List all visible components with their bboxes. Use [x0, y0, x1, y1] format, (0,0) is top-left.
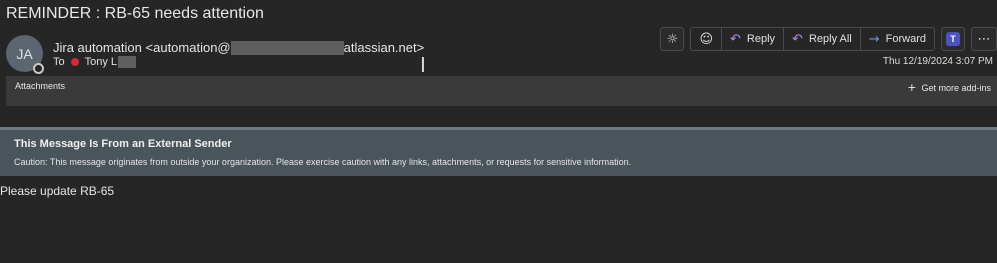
external-sender-banner: This Message Is From an External Sender …	[0, 127, 997, 176]
reply-all-label: Reply All	[808, 33, 852, 45]
sun-icon: ☼	[666, 31, 679, 47]
redacted-block	[118, 56, 137, 68]
external-banner-text: Caution: This message originates from ou…	[14, 157, 632, 167]
smiley-icon: ☺	[699, 31, 714, 47]
attachments-bar: Attachments + Get more add-ins	[6, 76, 997, 106]
email-subject: REMINDER : RB-65 needs attention	[6, 5, 264, 22]
more-icon: ⋯	[977, 31, 991, 47]
plus-icon: +	[907, 81, 917, 94]
reply-button[interactable]: ↶ Reply	[722, 28, 785, 50]
teams-icon: T	[946, 32, 960, 46]
forward-button[interactable]: → Forward	[861, 28, 934, 50]
reply-icon: ↶	[730, 31, 741, 47]
response-button-group: ☺ ↶ Reply ↶ Reply All → Forward	[690, 27, 935, 51]
presence-status-icon	[33, 63, 44, 74]
text-cursor-icon: I	[420, 53, 426, 77]
forward-label: Forward	[885, 33, 926, 45]
message-body: Please update RB-65	[0, 184, 115, 198]
forward-icon: →	[868, 31, 880, 47]
sender-name: Jira automation	[53, 40, 142, 55]
attachments-label: Attachments	[15, 81, 66, 91]
recipient-chip[interactable]: Tony L	[84, 56, 137, 68]
reply-all-button[interactable]: ↶ Reply All	[784, 28, 861, 50]
to-label: To	[53, 56, 65, 68]
teams-button[interactable]: T	[941, 27, 965, 51]
message-toolbar: ☼ ☺ ↶ Reply ↶ Reply All → Forward T ⋯	[660, 27, 997, 51]
reply-all-icon: ↶	[792, 31, 803, 47]
sender-line[interactable]: Jira automation <automation@ atlassian.ne…	[53, 40, 424, 55]
get-add-ins-button[interactable]: + Get more add-ins	[907, 81, 991, 94]
recipient-name: Tony L	[84, 56, 118, 68]
emoji-reaction-button[interactable]: ☺	[691, 28, 723, 50]
sender-email-suffix: atlassian.net>	[343, 40, 425, 55]
redacted-block	[230, 40, 344, 55]
sender-email-prefix: <automation@	[145, 40, 231, 55]
reply-label: Reply	[746, 33, 776, 45]
external-banner-title: This Message Is From an External Sender	[14, 138, 232, 150]
avatar-initials: JA	[16, 45, 33, 62]
recipient-status-icon	[70, 58, 79, 66]
message-timestamp: Thu 12/19/2024 3:07 PM	[882, 56, 993, 67]
more-actions-button[interactable]: ⋯	[971, 27, 997, 51]
recipient-line: To Tony L	[53, 56, 137, 68]
brightness-button[interactable]: ☼	[660, 27, 685, 51]
get-add-ins-label: Get more add-ins	[921, 82, 991, 93]
